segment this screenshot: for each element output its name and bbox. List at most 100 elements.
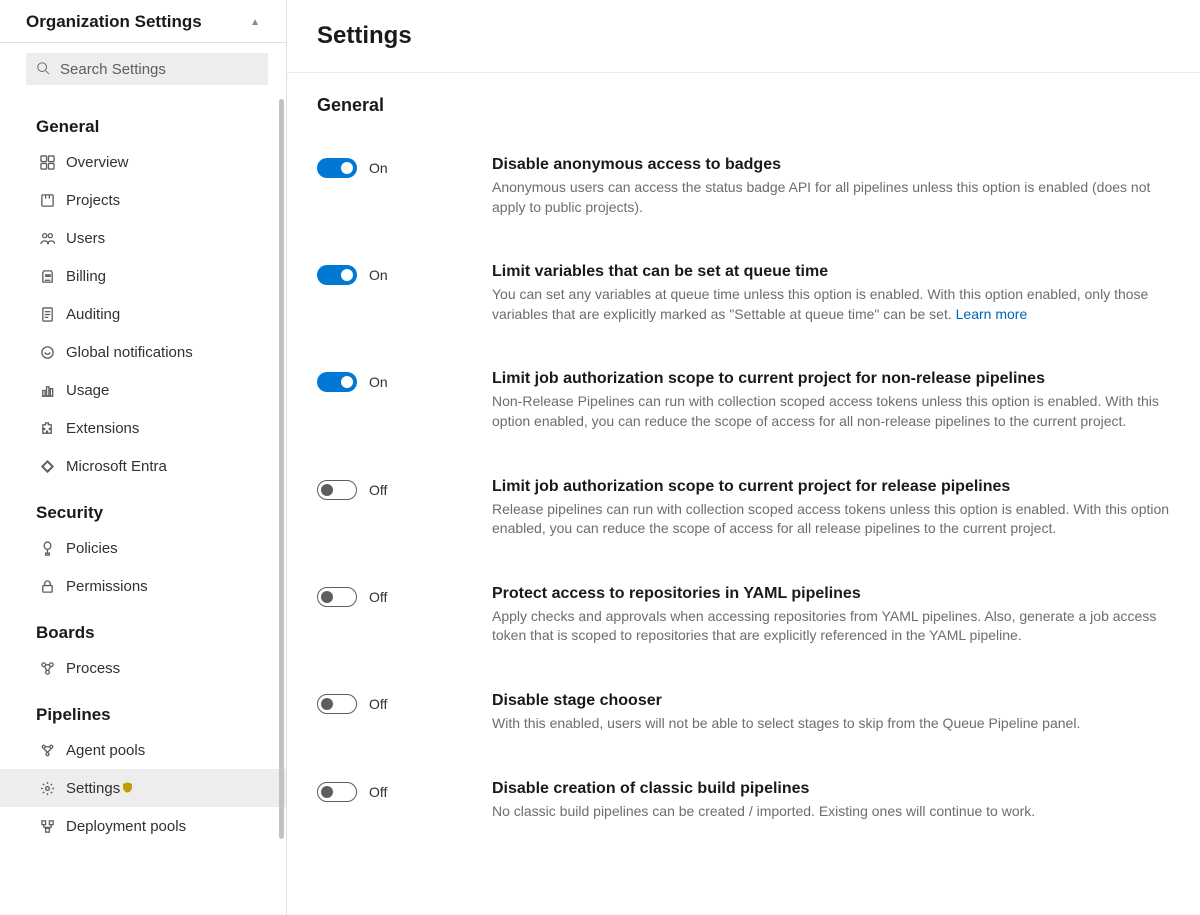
- setting-text: Disable creation of classic build pipeli…: [492, 780, 1170, 822]
- setting-text: Limit job authorization scope to current…: [492, 478, 1170, 539]
- toggle-label: Off: [369, 696, 387, 712]
- sidebar-item-permissions[interactable]: Permissions: [0, 567, 286, 605]
- nav-group: Pipelines Agent pools Settings Deployment p…: [0, 689, 286, 847]
- users-icon: [38, 231, 56, 246]
- sidebar-item-overview[interactable]: Overview: [0, 143, 286, 181]
- sidebar-item-users[interactable]: Users: [0, 219, 286, 257]
- setting-desc: Release pipelines can run with collectio…: [492, 500, 1170, 539]
- toggle-col: On: [317, 156, 492, 178]
- setting-title: Limit job authorization scope to current…: [492, 478, 1170, 496]
- toggle-label: Off: [369, 482, 387, 498]
- sidebar-item-label: Process: [66, 660, 120, 677]
- sidebar-item-label: Settings: [66, 780, 120, 797]
- sidebar-item-label: Projects: [66, 192, 120, 209]
- setting-desc: Anonymous users can access the status ba…: [492, 178, 1170, 217]
- setting-row: Off Protect access to repositories in YAM…: [317, 585, 1170, 646]
- sidebar-item-deployment-pools[interactable]: Deployment pools: [0, 807, 286, 845]
- setting-title: Disable stage chooser: [492, 692, 1170, 710]
- setting-desc: With this enabled, users will not be abl…: [492, 714, 1170, 734]
- setting-text: Limit variables that can be set at queue…: [492, 263, 1170, 324]
- sidebar-item-label: Auditing: [66, 306, 120, 323]
- sidebar-item-policies[interactable]: Policies: [0, 529, 286, 567]
- toggle-knob: [321, 591, 333, 603]
- setting-text: Protect access to repositories in YAML p…: [492, 585, 1170, 646]
- sidebar-item-label: Permissions: [66, 578, 148, 595]
- toggle-col: Off: [317, 692, 492, 714]
- toggle-switch[interactable]: [317, 265, 357, 285]
- sidebar-item-settings[interactable]: Settings: [0, 769, 286, 807]
- page-title: Settings: [287, 0, 1200, 64]
- sidebar-item-label: Overview: [66, 154, 129, 171]
- toggle-switch[interactable]: [317, 587, 357, 607]
- sidebar-item-projects[interactable]: Projects: [0, 181, 286, 219]
- toggle-label: Off: [369, 784, 387, 800]
- sidebar-item-label: Usage: [66, 382, 109, 399]
- process-icon: [38, 661, 56, 676]
- setting-desc: You can set any variables at queue time …: [492, 285, 1170, 324]
- nav-group-title: Security: [0, 489, 286, 529]
- setting-title: Disable anonymous access to badges: [492, 156, 1170, 174]
- nav-group-title: Pipelines: [0, 691, 286, 731]
- sidebar-item-label: Agent pools: [66, 742, 145, 759]
- sidebar-item-agent-pools[interactable]: Agent pools: [0, 731, 286, 769]
- toggle-switch[interactable]: [317, 782, 357, 802]
- toggle-col: Off: [317, 780, 492, 802]
- policies-icon: [38, 541, 56, 556]
- toggle-knob: [341, 269, 353, 281]
- toggle-label: Off: [369, 589, 387, 605]
- toggle-col: On: [317, 263, 492, 285]
- extensions-icon: [38, 421, 56, 436]
- sidebar-title: Organization Settings: [26, 12, 202, 32]
- sidebar-item-label: Billing: [66, 268, 106, 285]
- search-input[interactable]: [58, 60, 261, 79]
- sidebar-item-microsoft-entra[interactable]: Microsoft Entra: [0, 447, 286, 485]
- sidebar-item-global-notifications[interactable]: Global notifications: [0, 333, 286, 371]
- sidebar-item-label: Global notifications: [66, 344, 193, 361]
- overview-icon: [38, 155, 56, 170]
- sidebar-header: Organization Settings ▲: [0, 0, 286, 43]
- notifications-icon: [38, 345, 56, 360]
- permissions-icon: [38, 579, 56, 594]
- projects-icon: [38, 193, 56, 208]
- usage-icon: [38, 383, 56, 398]
- sidebar-item-label: Extensions: [66, 420, 139, 437]
- toggle-col: Off: [317, 585, 492, 607]
- search-icon: [36, 61, 50, 78]
- toggle-switch[interactable]: [317, 158, 357, 178]
- toggle-label: On: [369, 374, 388, 390]
- deploypools-icon: [38, 819, 56, 834]
- nav-group: Boards Process: [0, 607, 286, 689]
- sidebar-item-label: Users: [66, 230, 105, 247]
- setting-row: Off Disable creation of classic build pip…: [317, 780, 1170, 822]
- sidebar-item-auditing[interactable]: Auditing: [0, 295, 286, 333]
- setting-desc: Apply checks and approvals when accessin…: [492, 607, 1170, 646]
- learn-more-link[interactable]: Learn more: [956, 306, 1028, 322]
- sidebar-item-billing[interactable]: Billing: [0, 257, 286, 295]
- toggle-switch[interactable]: [317, 694, 357, 714]
- toggle-switch[interactable]: [317, 480, 357, 500]
- agentpools-icon: [38, 743, 56, 758]
- setting-row: Off Disable stage chooser With this enable…: [317, 692, 1170, 734]
- setting-title: Disable creation of classic build pipeli…: [492, 780, 1170, 798]
- sidebar-item-label: Deployment pools: [66, 818, 186, 835]
- toggle-knob: [321, 786, 333, 798]
- auditing-icon: [38, 307, 56, 322]
- setting-title: Limit job authorization scope to current…: [492, 370, 1170, 388]
- sidebar-item-process[interactable]: Process: [0, 649, 286, 687]
- nav-group-title: Boards: [0, 609, 286, 649]
- setting-row: On Limit variables that can be set at que…: [317, 263, 1170, 324]
- toggle-col: On: [317, 370, 492, 392]
- shield-icon: [120, 780, 133, 797]
- sidebar-item-extensions[interactable]: Extensions: [0, 409, 286, 447]
- toggle-label: On: [369, 267, 388, 283]
- sidebar-item-usage[interactable]: Usage: [0, 371, 286, 409]
- nav-scroller[interactable]: GeneralOverviewProjectsUsersBillingAudit…: [0, 95, 286, 915]
- settings-panel[interactable]: General OnDisable anonymous access to ba…: [287, 72, 1200, 915]
- toggle-knob: [321, 698, 333, 710]
- toggle-col: Off: [317, 478, 492, 500]
- setting-title: Protect access to repositories in YAML p…: [492, 585, 1170, 603]
- toggle-switch[interactable]: [317, 372, 357, 392]
- search-box[interactable]: [26, 53, 268, 85]
- scrollbar-thumb[interactable]: [279, 99, 284, 839]
- collapse-icon[interactable]: ▲: [250, 17, 260, 28]
